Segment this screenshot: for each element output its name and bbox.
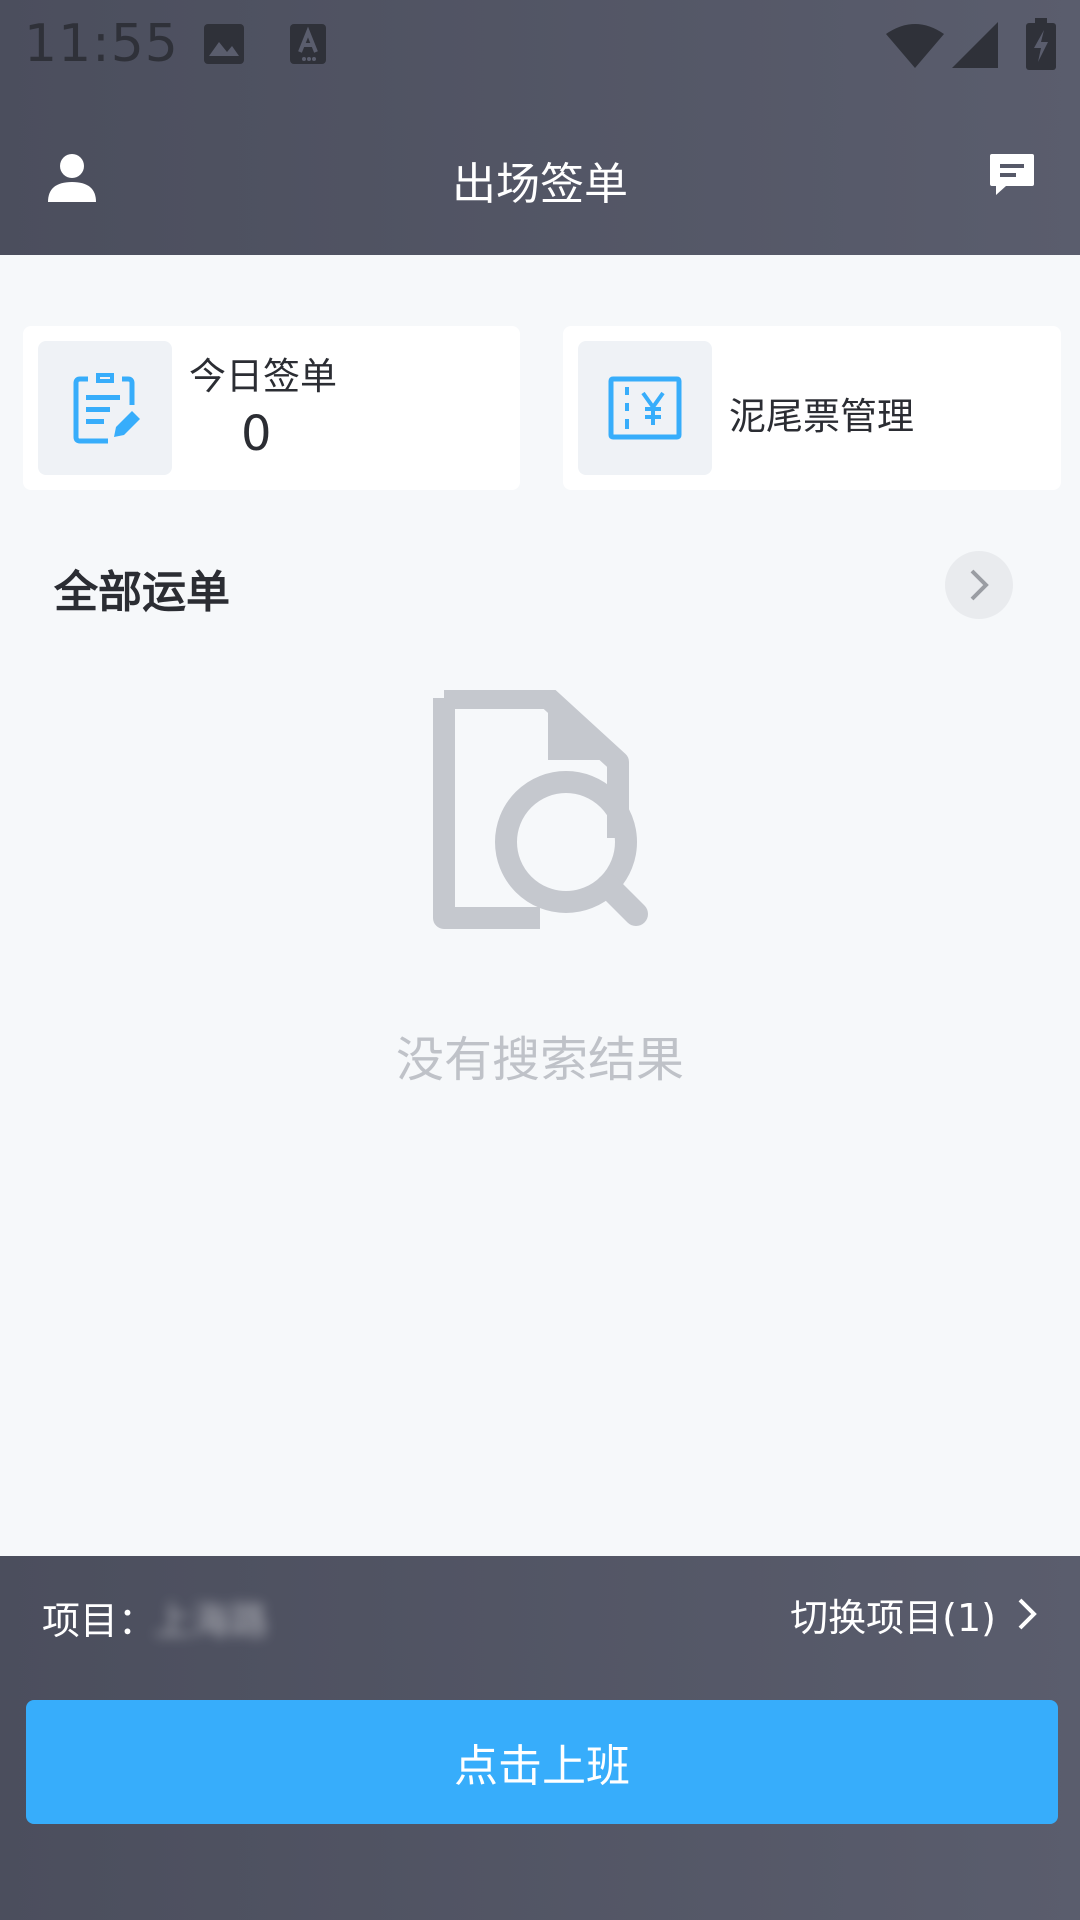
- today-sign-count: 0: [241, 406, 272, 462]
- gallery-icon: [204, 24, 244, 64]
- switch-project-button[interactable]: 切换项目(1): [790, 1586, 1040, 1642]
- project-label: 项目：: [42, 1599, 157, 1643]
- section-title: 全部运单: [54, 567, 230, 618]
- signal-icon: [952, 22, 998, 68]
- switch-project-label: 切换项目(1): [790, 1595, 996, 1640]
- empty-result-text: 没有搜索结果: [395, 1032, 684, 1088]
- mud-ticket-label: 泥尾票管理: [729, 395, 914, 438]
- empty-search-document-icon: [433, 690, 648, 929]
- clipboard-edit-icon: [73, 373, 140, 444]
- app-header: 11:55 出场签单: [0, 0, 1080, 255]
- font-a-icon: [290, 24, 326, 64]
- page-title: 出场签单: [452, 159, 628, 210]
- mud-ticket-card[interactable]: 泥尾票管理: [563, 326, 1061, 490]
- project-name: 上海路: [154, 1599, 269, 1643]
- battery-charging-icon: [1026, 18, 1056, 70]
- title-bar: 出场签单: [0, 120, 1080, 230]
- chevron-right-icon: [1018, 1598, 1037, 1630]
- ticket-yuan-icon: [608, 376, 682, 440]
- wifi-icon: [886, 24, 944, 68]
- status-bar: 11:55: [0, 0, 1080, 92]
- card-icon-box: [578, 341, 712, 475]
- chevron-right-icon: [970, 569, 989, 601]
- message-icon[interactable]: [988, 150, 1036, 198]
- card-icon-box: [38, 341, 172, 475]
- status-time: 11:55: [24, 14, 179, 74]
- bottom-panel: 项目： 上海路 切换项目(1) 点击上班: [0, 1556, 1080, 1920]
- today-sign-label: 今日签单: [189, 355, 337, 398]
- today-sign-card[interactable]: 今日签单 0: [23, 326, 520, 490]
- clock-in-button[interactable]: 点击上班: [26, 1700, 1058, 1824]
- view-all-orders-button[interactable]: [945, 551, 1013, 619]
